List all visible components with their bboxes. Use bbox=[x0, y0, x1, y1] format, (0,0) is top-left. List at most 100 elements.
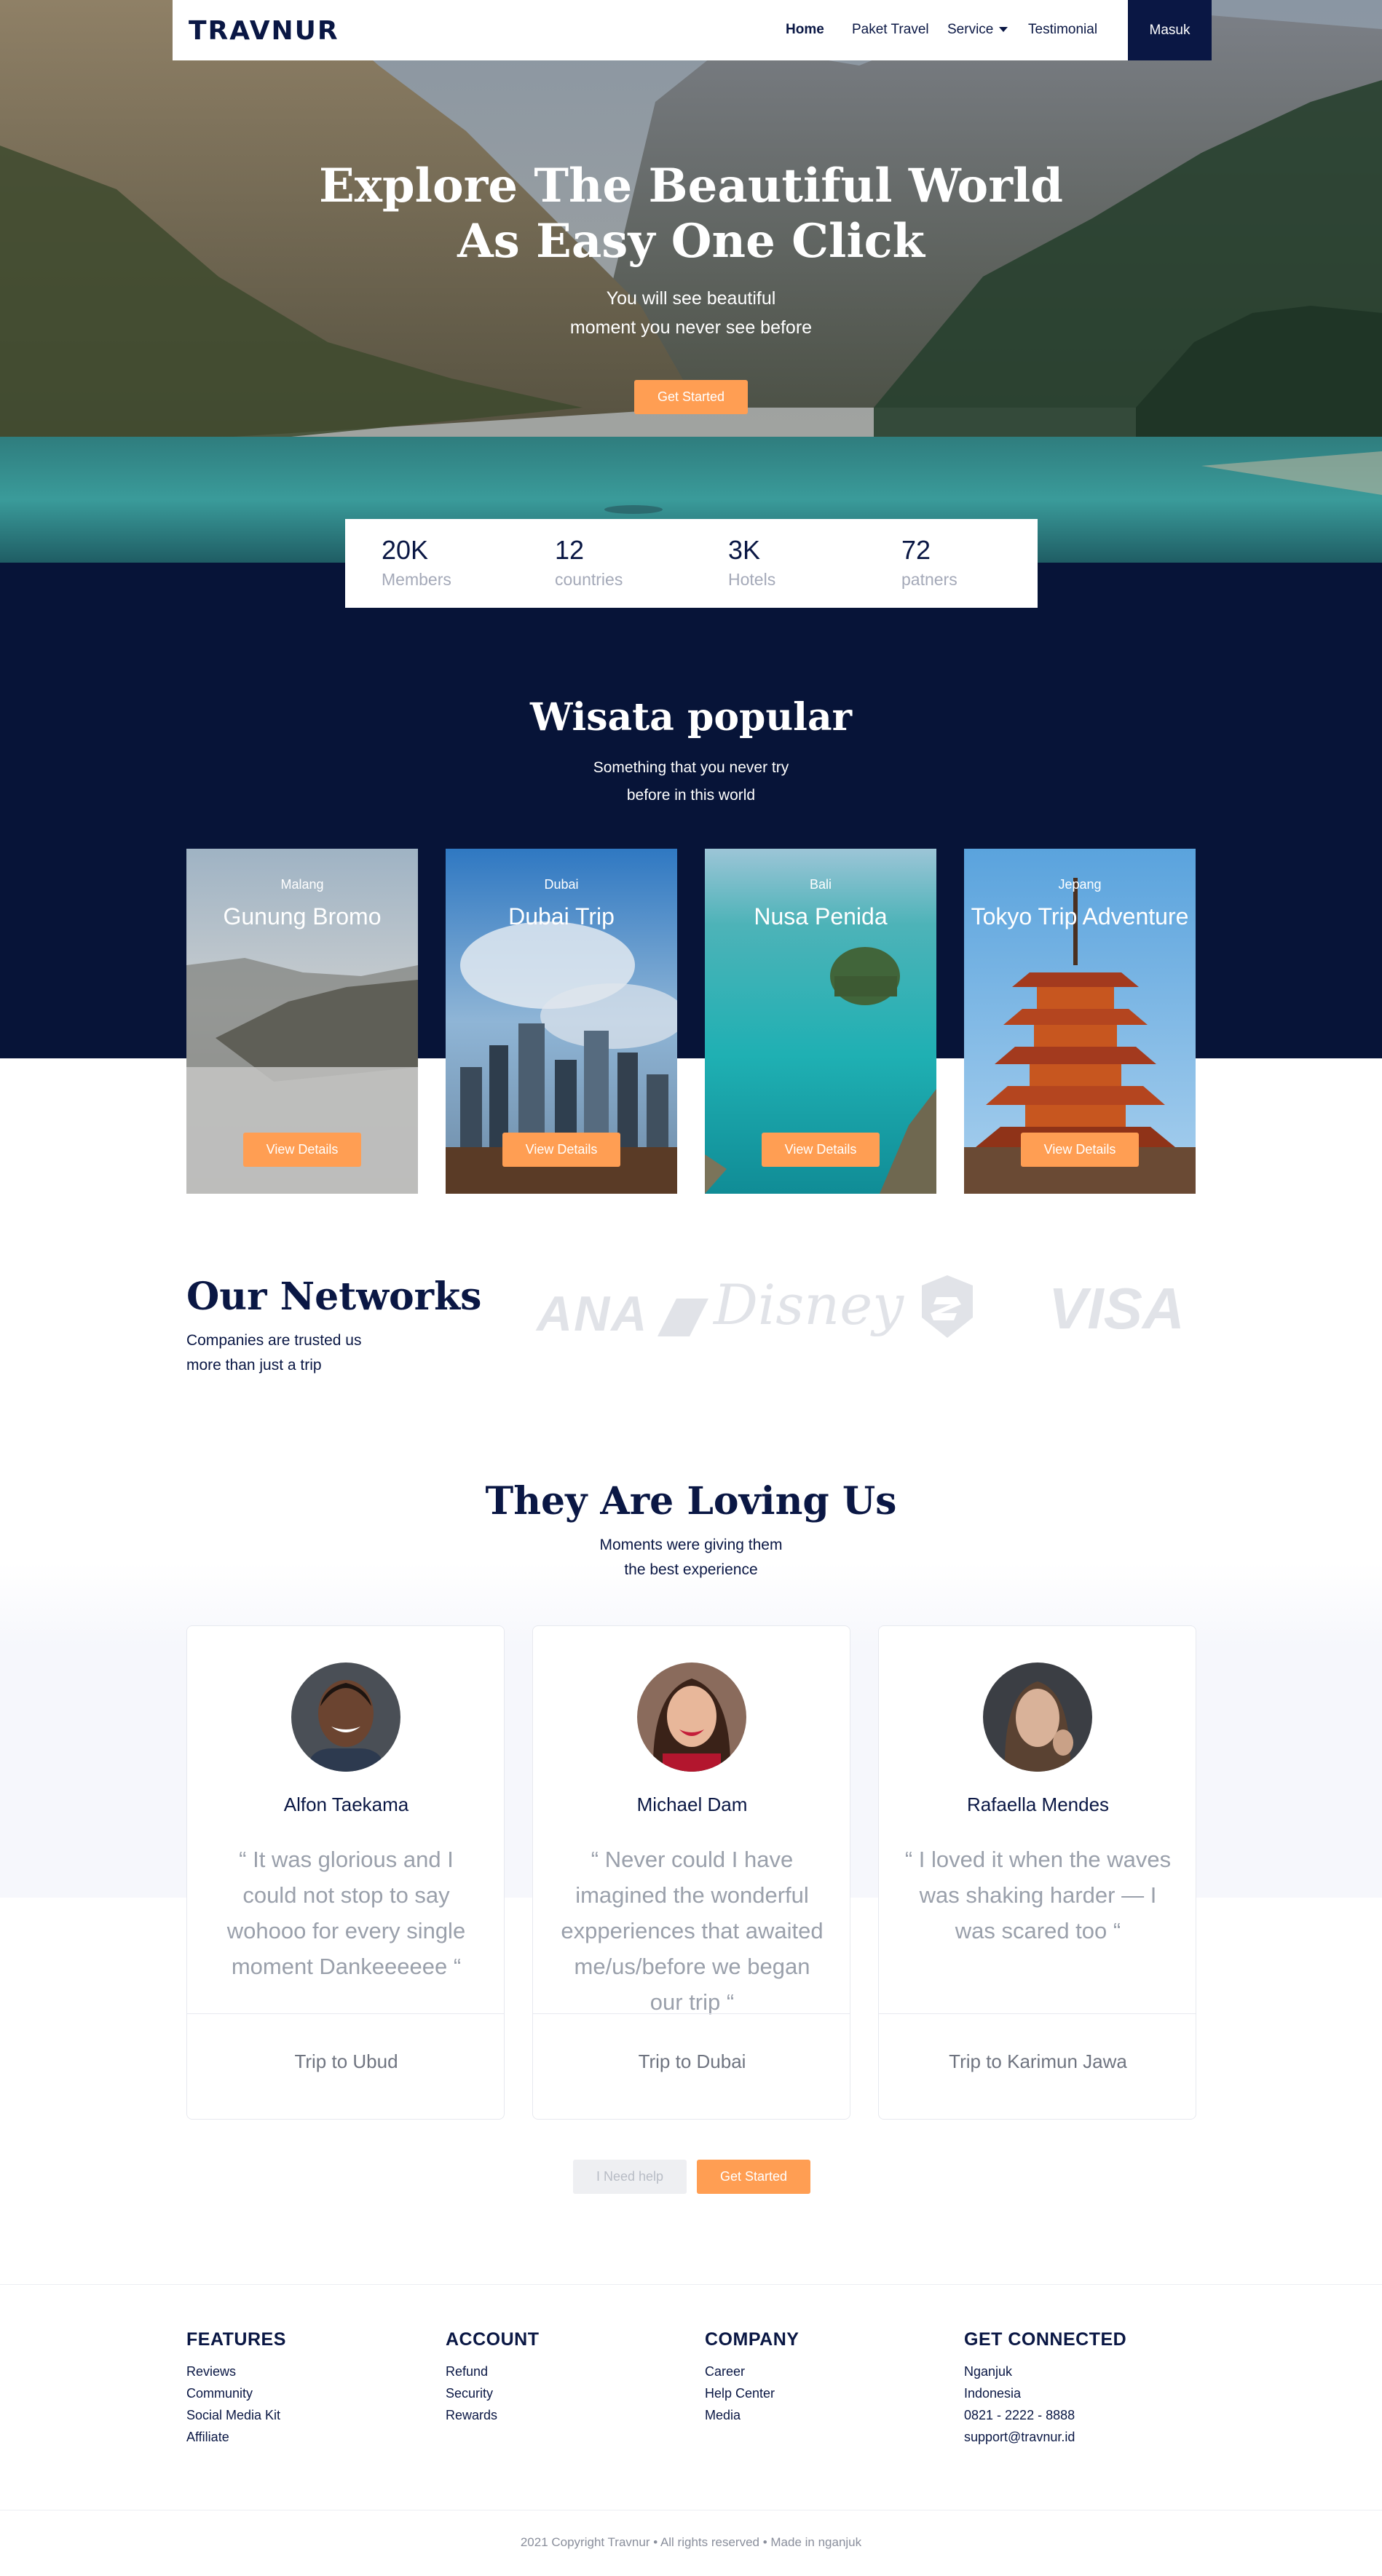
view-details-button[interactable]: View Details bbox=[762, 1133, 880, 1167]
card-category: Jepang bbox=[1058, 877, 1102, 892]
card-title: Gunung Bromo bbox=[223, 903, 382, 930]
chevron-down-icon bbox=[999, 27, 1008, 33]
hero-section: TRAVNUR Home Paket Travel Service Testim… bbox=[0, 0, 1382, 563]
testimonial-quote: “ It was glorious and I could not stop t… bbox=[226, 1847, 466, 1979]
testimonials-subtitle-line1: Moments were giving them bbox=[599, 1537, 783, 1553]
testimonial-card: Alfon Taekama “ It was glorious and I co… bbox=[186, 1625, 505, 2120]
stat-countries: 12 countries bbox=[555, 534, 623, 592]
hero-title-line1: Explore The Beautiful World bbox=[318, 159, 1064, 213]
divider bbox=[187, 2013, 504, 2014]
stat-label: patners bbox=[901, 570, 957, 589]
hero-subtitle: You will see beautiful moment you never … bbox=[0, 284, 1382, 342]
testimonial-name: Rafaella Mendes bbox=[966, 1794, 1110, 1815]
card-category: Malang bbox=[280, 877, 324, 892]
need-help-button[interactable]: I Need help bbox=[573, 2160, 687, 2194]
testimonial-trip: Trip to Dubai bbox=[638, 2050, 746, 2072]
nav-service-label: Service bbox=[947, 22, 994, 37]
footer-column-company: COMPANY Career Help Center Media bbox=[705, 2329, 799, 2426]
card-title: Tokyo Trip Adventure bbox=[971, 903, 1189, 930]
avatar-image bbox=[983, 1662, 1092, 1772]
networks-subtitle: Companies are trusted us more than just … bbox=[186, 1328, 361, 1378]
footer-contact-phone[interactable]: 0821 - 2222 - 8888 bbox=[964, 2404, 1126, 2426]
footer-column-get-connected: GET CONNECTED Nganjuk Indonesia 0821 - 2… bbox=[964, 2329, 1126, 2448]
footer-link[interactable]: Reviews bbox=[186, 2361, 286, 2382]
popular-subtitle: Something that you never try before in t… bbox=[0, 754, 1382, 809]
divider bbox=[879, 2013, 1196, 2014]
testimonials-subtitle: Moments were giving them the best experi… bbox=[0, 1533, 1382, 1582]
stat-value: 12 bbox=[555, 535, 585, 565]
divider bbox=[533, 2013, 850, 2014]
nav-testimonial-link[interactable]: Testimonial bbox=[1028, 22, 1097, 38]
nav-service-dropdown[interactable]: Service bbox=[947, 22, 1008, 38]
ana-stripe-icon bbox=[657, 1299, 708, 1337]
footer-contact-city: Nganjuk bbox=[964, 2364, 1013, 2379]
footer-link[interactable]: Help Center bbox=[705, 2382, 799, 2404]
testimonial-name: Michael Dam bbox=[636, 1794, 748, 1815]
hero-subtitle-line1: You will see beautiful bbox=[606, 288, 776, 309]
avatar bbox=[983, 1662, 1092, 1772]
popular-subtitle-line2: before in this world bbox=[626, 787, 756, 804]
hero-get-started-button[interactable]: Get Started bbox=[634, 380, 748, 414]
stat-value: 3K bbox=[728, 535, 761, 565]
hero-subtitle-line2: moment you never see before bbox=[569, 317, 813, 338]
networks-subtitle-line2: more than just a trip bbox=[186, 1357, 322, 1374]
partner-logo-ana: ANA bbox=[537, 1285, 708, 1342]
footer-column-account: ACCOUNT Refund Security Rewards bbox=[446, 2329, 540, 2426]
logo[interactable]: TRAVNUR bbox=[189, 16, 339, 46]
networks-subtitle-line1: Companies are trusted us bbox=[186, 1332, 362, 1349]
navbar: TRAVNUR Home Paket Travel Service Testim… bbox=[173, 0, 1212, 60]
stat-label: Members bbox=[382, 570, 451, 589]
footer-link[interactable]: Media bbox=[705, 2404, 799, 2426]
avatar bbox=[291, 1662, 400, 1772]
footer-contact-email[interactable]: support@travnur.id bbox=[964, 2426, 1126, 2448]
view-details-button[interactable]: View Details bbox=[243, 1133, 361, 1167]
hero-title: Explore The Beautiful World As Easy One … bbox=[0, 159, 1382, 269]
footer-link[interactable]: Refund bbox=[446, 2361, 540, 2382]
networks-title: Our Networks bbox=[186, 1275, 482, 1319]
testimonial-quote: “ Never could I have imagined the wonder… bbox=[561, 1847, 824, 2015]
testimonial-trip: Trip to Karimun Jawa bbox=[949, 2050, 1127, 2072]
card-category: Bali bbox=[809, 877, 832, 892]
footer-link[interactable]: Career bbox=[705, 2361, 799, 2382]
view-details-button[interactable]: View Details bbox=[1021, 1133, 1139, 1167]
avatar-image bbox=[637, 1662, 746, 1772]
footer-link[interactable]: Affiliate bbox=[186, 2426, 286, 2448]
get-started-button[interactable]: Get Started bbox=[697, 2160, 810, 2194]
footer-column-title: GET CONNECTED bbox=[964, 2329, 1127, 2350]
destination-card-bromo[interactable]: Malang Gunung Bromo View Details bbox=[186, 849, 418, 1194]
destination-card-dubai[interactable]: Dubai Dubai Trip View Details bbox=[446, 849, 677, 1194]
footer-link[interactable]: Community bbox=[186, 2382, 286, 2404]
stat-hotels: 3K Hotels bbox=[728, 534, 775, 592]
footer-column-features: FEATURES Reviews Community Social Media … bbox=[186, 2329, 286, 2448]
footer-contact-country: Indonesia bbox=[964, 2386, 1022, 2401]
stat-value: 72 bbox=[901, 535, 931, 565]
nav-paket-travel-link[interactable]: Paket Travel bbox=[852, 22, 929, 38]
testimonials-subtitle-line2: the best experience bbox=[624, 1561, 758, 1578]
hero-title-line2: As Easy One Click bbox=[457, 214, 925, 269]
stat-label: Hotels bbox=[728, 570, 776, 589]
testimonials-title: They Are Loving Us bbox=[485, 1479, 897, 1523]
footer-divider bbox=[0, 2284, 1382, 2285]
destination-card-nusa-penida[interactable]: Bali Nusa Penida View Details bbox=[705, 849, 936, 1194]
testimonial-trip: Trip to Ubud bbox=[294, 2050, 398, 2072]
hero-landscape-image bbox=[0, 0, 1382, 563]
partner-ana-text: ANA bbox=[537, 1286, 647, 1341]
view-details-button[interactable]: View Details bbox=[502, 1133, 620, 1167]
nav-home-link[interactable]: Home bbox=[786, 22, 824, 38]
destination-card-tokyo[interactable]: Jepang Tokyo Trip Adventure View Details bbox=[964, 849, 1196, 1194]
footer-column-title: COMPANY bbox=[705, 2329, 799, 2350]
login-button[interactable]: Masuk bbox=[1128, 0, 1212, 60]
footer-link[interactable]: Security bbox=[446, 2382, 540, 2404]
stat-partners: 72 patners bbox=[901, 534, 957, 592]
footer-column-title: ACCOUNT bbox=[446, 2329, 540, 2350]
stat-members: 20K Members bbox=[382, 534, 451, 592]
card-title: Nusa Penida bbox=[754, 903, 888, 930]
stats-bar: 20K Members 12 countries 3K Hotels 72 pa… bbox=[345, 519, 1038, 608]
footer-link[interactable]: Social Media Kit bbox=[186, 2404, 286, 2426]
partner-logo-disney: Disney bbox=[714, 1272, 904, 1337]
card-title: Dubai Trip bbox=[508, 903, 615, 930]
stat-label: countries bbox=[555, 570, 623, 589]
testimonial-quote: “ I loved it when the waves was shaking … bbox=[904, 1847, 1172, 1943]
popular-title: Wisata popular bbox=[529, 695, 853, 740]
footer-link[interactable]: Rewards bbox=[446, 2404, 540, 2426]
